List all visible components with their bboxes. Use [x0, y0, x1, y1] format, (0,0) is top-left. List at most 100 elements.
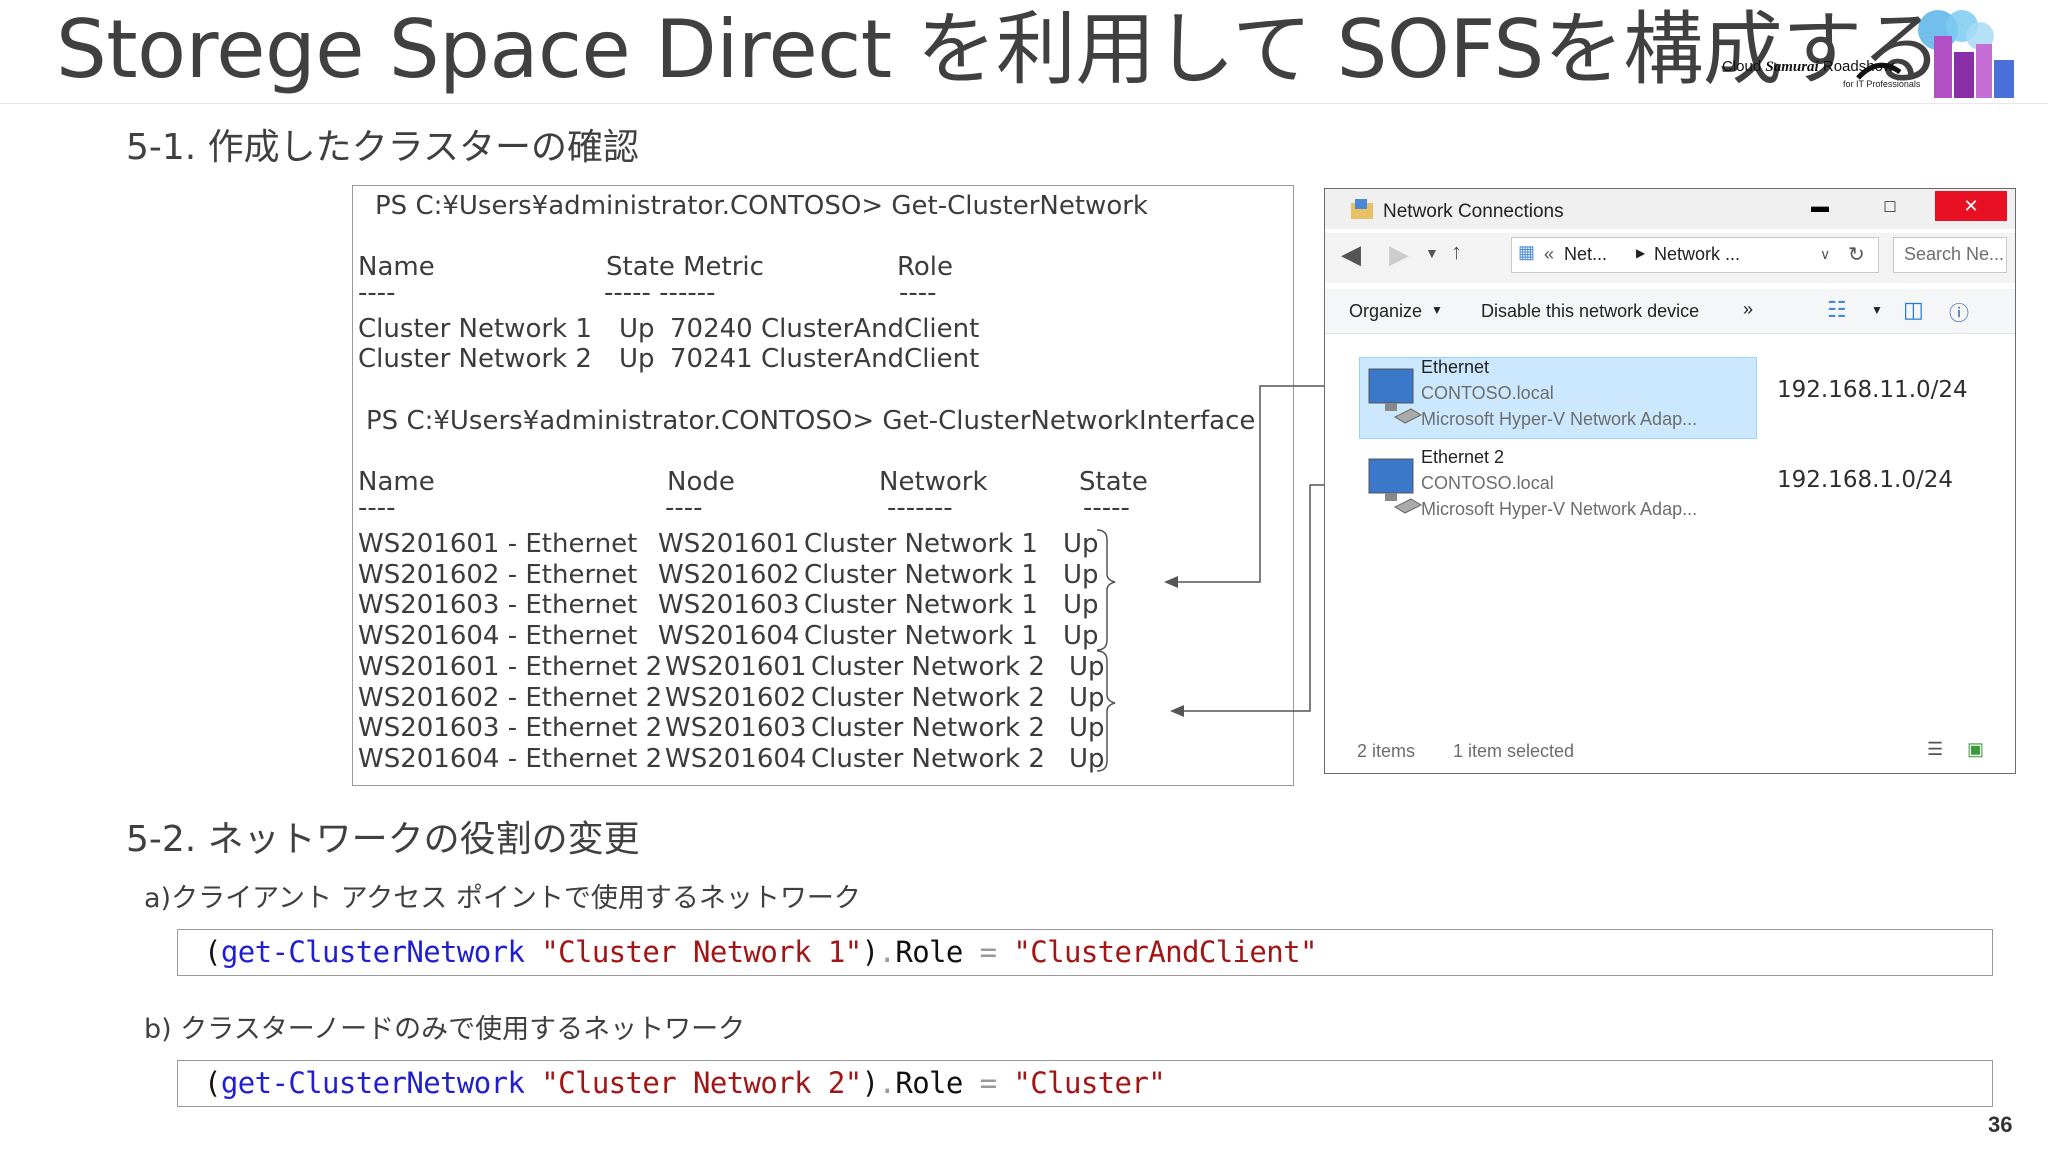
network-connections-window: Network Connections ▬ □ ✕ ◀ ▶ ▼ ↑ ▦ « Ne… [1324, 188, 2016, 774]
breadcrumb-separator-icon: ▶ [1636, 246, 1646, 260]
slide-title: Storege Space Direct を利用して SOFSを構成する [56, 3, 1942, 96]
item-count: 2 items [1357, 741, 1416, 761]
interface-name: WS201604 - Ethernet 2 [358, 743, 663, 774]
interface-network: Cluster Network 1 [804, 559, 1038, 590]
interface-name: WS201601 - Ethernet [358, 529, 638, 559]
adapter-name: Ethernet [1421, 357, 1490, 377]
interface-network: Cluster Network 2 [811, 651, 1045, 682]
selection-count: 1 item selected [1453, 741, 1575, 761]
breadcrumb-item[interactable]: Net... [1564, 244, 1607, 265]
close-button[interactable]: ✕ [1935, 191, 2007, 221]
col-dashes: ----- [1083, 493, 1130, 523]
interface-name: WS201604 - Ethernet [358, 621, 638, 652]
interface-name: WS201602 - Ethernet 2 [358, 682, 663, 713]
cluster-network-metric: 70240 [670, 314, 753, 344]
network-adapter-icon [1368, 458, 1423, 514]
interface-network: Cluster Network 1 [804, 529, 1038, 559]
interface-network: Cluster Network 2 [811, 743, 1045, 774]
cluster-network-metric: 70241 [670, 344, 753, 374]
code-block-a: (get-ClusterNetwork "Cluster Network 1")… [177, 929, 1993, 976]
interface-name: WS201601 - Ethernet 2 [358, 651, 663, 682]
more-commands-button[interactable]: » [1743, 299, 1753, 320]
address-bar[interactable]: ▦ « Net... ▶ Network ... ∨ ↻ [1511, 237, 1879, 273]
logo-text: Cloud Samurai Roadshow [1722, 58, 1894, 75]
interface-name: WS201603 - Ethernet 2 [358, 713, 663, 744]
adapter-device: Microsoft Hyper-V Network Adap... [1421, 499, 1698, 519]
minimize-button[interactable]: ▬ [1789, 191, 1851, 221]
interface-node: WS201604 [665, 743, 807, 774]
logo-subtext: for IT Professionals [1843, 79, 1921, 89]
view-dropdown-icon[interactable]: ▼ [1871, 303, 1883, 317]
interface-name: WS201602 - Ethernet [358, 559, 638, 590]
organize-menu[interactable]: Organize [1349, 301, 1422, 322]
cluster-network-state: Up [619, 344, 655, 374]
refresh-icon[interactable]: ↻ [1848, 242, 1865, 267]
adapter-domain: CONTOSO.local [1421, 383, 1554, 403]
window-title: Network Connections [1383, 201, 1564, 222]
page-number: 36 [1988, 1112, 2013, 1137]
change-view-icon[interactable]: ☷ [1827, 297, 1847, 323]
maximize-button[interactable]: □ [1859, 191, 1921, 221]
code-line: (get-ClusterNetwork "Cluster Network 1")… [204, 935, 1317, 969]
cluster-network-role: ClusterAndClient [761, 314, 980, 344]
subsection-a-label: a)クライアント アクセス ポイントで使用するネットワーク [144, 883, 861, 914]
organize-dropdown-icon[interactable]: ▼ [1431, 303, 1443, 317]
adapter-ip-annotation: 192.168.11.0/24 [1777, 377, 1968, 403]
command-bar: Organize ▼ Disable this network device »… [1325, 289, 2015, 334]
cluster-network-state: Up [619, 314, 655, 344]
ps-command-get-clusternetworkinterface: PS C:¥Users¥administrator.CONTOSO> Get-C… [366, 406, 1256, 436]
interface-node: WS201604 [658, 621, 800, 652]
interface-node: WS201602 [658, 559, 800, 590]
address-dropdown-icon[interactable]: ∨ [1820, 246, 1830, 263]
adapter-ip-annotation: 192.168.1.0/24 [1777, 467, 1954, 493]
details-view-icon[interactable]: ☰ [1927, 739, 1943, 760]
breadcrumb-overflow-icon[interactable]: « [1544, 244, 1554, 265]
col-dashes: ---- [665, 493, 703, 523]
connector-arrows [1164, 385, 1350, 717]
search-box[interactable]: Search Ne... [1893, 237, 2007, 273]
interface-node: WS201602 [665, 682, 807, 713]
interface-name: WS201603 - Ethernet [358, 590, 638, 621]
search-placeholder: Search Ne... [1904, 244, 2005, 264]
section-heading-5-2: 5-2. ネットワークの役割の変更 [126, 819, 640, 860]
disable-device-button[interactable]: Disable this network device [1481, 301, 1699, 322]
forward-arrow-icon[interactable]: ▶ [1389, 239, 1409, 270]
subsection-b-label: b) クラスターノードのみで使用するネットワーク [144, 1014, 746, 1045]
interface-node: WS201601 [665, 651, 807, 682]
history-dropdown-icon[interactable]: ▼ [1425, 245, 1439, 261]
brace-network-2 [1096, 650, 1116, 772]
col-dashes: ----- ------ [604, 278, 716, 308]
code-line: (get-ClusterNetwork "Cluster Network 2")… [204, 1066, 1166, 1100]
up-arrow-icon[interactable]: ↑ [1451, 239, 1462, 265]
interface-node: WS201603 [665, 713, 807, 744]
col-dashes: ---- [899, 278, 937, 308]
help-icon[interactable]: ⓘ [1949, 297, 1969, 326]
cluster-network-name: Cluster Network 2 [358, 344, 592, 374]
network-location-icon: ▦ [1518, 242, 1536, 262]
large-icons-view-icon[interactable]: ▣ [1967, 739, 1984, 760]
interface-network: Cluster Network 2 [811, 713, 1045, 744]
back-arrow-icon[interactable]: ◀ [1341, 239, 1361, 270]
network-folder-icon [1351, 199, 1373, 219]
window-titlebar[interactable]: Network Connections ▬ □ ✕ [1325, 189, 2015, 229]
address-bar-row: ◀ ▶ ▼ ↑ ▦ « Net... ▶ Network ... ∨ ↻ Sea… [1325, 233, 2015, 283]
section-heading-5-1: 5-1. 作成したクラスターの確認 [126, 127, 639, 168]
col-dashes: ---- [358, 278, 396, 308]
col-dashes: ---- [358, 493, 396, 523]
cloud-samurai-logo [1856, 10, 2014, 98]
interface-node: WS201603 [658, 590, 800, 621]
interface-node: WS201601 [658, 529, 800, 559]
cluster-network-name: Cluster Network 1 [358, 314, 592, 344]
cluster-network-role: ClusterAndClient [761, 344, 980, 374]
breadcrumb-item[interactable]: Network ... [1654, 244, 1740, 265]
ps-command-get-clusternetwork: PS C:¥Users¥administrator.CONTOSO> Get-C… [375, 191, 1148, 221]
network-adapter-icon [1368, 368, 1423, 424]
interface-network: Cluster Network 1 [804, 621, 1038, 652]
adapter-name: Ethernet 2 [1421, 447, 1505, 467]
adapter-domain: CONTOSO.local [1421, 473, 1554, 493]
preview-pane-icon[interactable]: ◫ [1903, 297, 1924, 323]
adapter-device: Microsoft Hyper-V Network Adap... [1421, 409, 1698, 429]
col-dashes: ------- [887, 493, 953, 523]
interface-network: Cluster Network 1 [804, 590, 1038, 621]
code-block-b: (get-ClusterNetwork "Cluster Network 2")… [177, 1060, 1993, 1107]
